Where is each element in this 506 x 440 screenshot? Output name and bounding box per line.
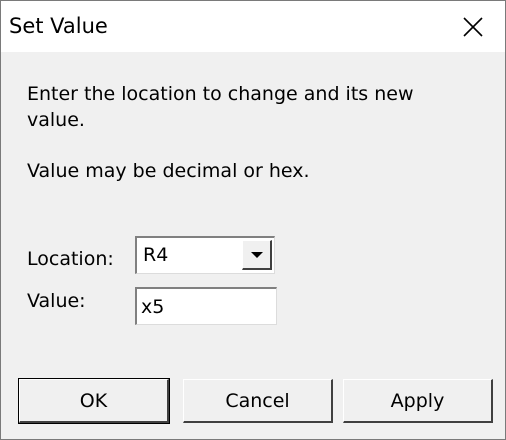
close-icon xyxy=(463,16,483,37)
apply-button[interactable]: Apply xyxy=(343,379,493,423)
location-label: Location: xyxy=(27,248,114,270)
value-field[interactable] xyxy=(135,287,277,325)
ok-button[interactable]: OK xyxy=(18,378,170,424)
value-input[interactable] xyxy=(137,289,276,324)
close-button[interactable] xyxy=(441,1,505,52)
window-title: Set Value xyxy=(9,14,108,38)
location-combobox[interactable]: R4 xyxy=(135,236,275,274)
location-dropdown-button[interactable] xyxy=(242,240,272,270)
title-bar[interactable]: Set Value xyxy=(1,1,505,52)
cancel-button[interactable]: Cancel xyxy=(183,379,333,423)
location-selected-value: R4 xyxy=(143,244,169,266)
chevron-down-icon xyxy=(250,251,263,258)
value-label: Value: xyxy=(27,290,86,312)
instructions-text: Enter the location to change and its new… xyxy=(27,83,414,131)
value-format-note: Value may be decimal or hex. xyxy=(27,160,310,182)
set-value-dialog: Set Value Enter the location to change a… xyxy=(0,0,506,440)
